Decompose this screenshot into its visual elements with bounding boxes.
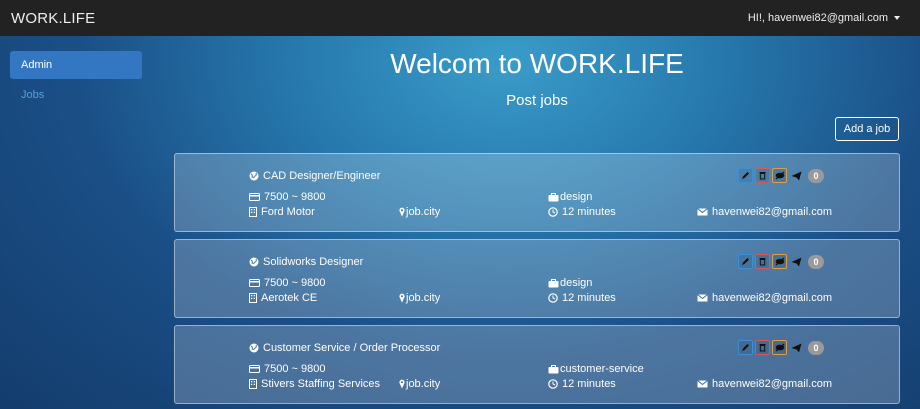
- page-subtitle: Post jobs: [506, 92, 568, 109]
- job-title-text[interactable]: Solidworks Designer: [263, 256, 363, 268]
- user-greeting: HI!, havenwei82@gmail.com: [747, 12, 888, 24]
- time-text: 12 minutes: [562, 378, 616, 390]
- count-badge: 0: [808, 168, 824, 183]
- job-title: Customer Service / Order Processor: [249, 342, 440, 354]
- salary-text: 7500 ~ 9800: [264, 191, 326, 203]
- time-row: 12 minutes: [548, 206, 616, 218]
- map-marker-icon: [399, 293, 405, 303]
- job-actions: 0: [738, 168, 824, 183]
- salary-row: 7500 ~ 9800: [249, 191, 325, 203]
- briefcase-icon: [548, 364, 559, 374]
- email-row: havenwei82@gmail.com: [697, 378, 832, 390]
- salary-row: 7500 ~ 9800: [249, 363, 325, 375]
- brand-logo[interactable]: WORK.LIFE: [11, 10, 95, 27]
- job-list: CAD Designer/Engineer 0 7500 ~ 9800 Ford…: [174, 153, 900, 409]
- credit-card-icon: [249, 279, 260, 287]
- envelope-icon: [697, 294, 708, 302]
- company-text: Ford Motor: [261, 206, 315, 218]
- send-button[interactable]: [789, 340, 804, 355]
- sidebar-item-jobs[interactable]: Jobs: [10, 81, 142, 109]
- company-text: Stivers Staffing Services: [261, 378, 381, 390]
- job-actions: 0: [738, 340, 824, 355]
- company-text: Aerotek CE: [261, 292, 318, 304]
- view-button[interactable]: [772, 254, 787, 269]
- job-card[interactable]: Customer Service / Order Processor 0 750…: [174, 325, 900, 404]
- globe-icon: [249, 257, 259, 267]
- globe-icon: [249, 171, 259, 181]
- envelope-icon: [697, 208, 708, 216]
- job-title: Solidworks Designer: [249, 256, 363, 268]
- location-text: job.city: [406, 378, 441, 390]
- page-title: Welcom to WORK.LIFE: [390, 48, 684, 79]
- view-button[interactable]: [772, 168, 787, 183]
- email-text[interactable]: havenwei82@gmail.com: [712, 206, 832, 218]
- building-icon: [249, 293, 257, 303]
- job-actions: 0: [738, 254, 824, 269]
- email-text[interactable]: havenwei82@gmail.com: [712, 292, 832, 304]
- sidebar: Admin Jobs: [10, 51, 142, 109]
- company-row: Stivers Staffing Services: [249, 378, 380, 390]
- building-icon: [249, 379, 257, 389]
- job-card[interactable]: CAD Designer/Engineer 0 7500 ~ 9800 Ford…: [174, 153, 900, 232]
- company-row: Ford Motor: [249, 206, 315, 218]
- email-text[interactable]: havenwei82@gmail.com: [712, 378, 832, 390]
- email-row: havenwei82@gmail.com: [697, 206, 832, 218]
- credit-card-icon: [249, 193, 260, 201]
- user-menu[interactable]: HI!, havenwei82@gmail.com: [748, 12, 900, 24]
- company-row: Aerotek CE: [249, 292, 317, 304]
- building-icon: [249, 207, 257, 217]
- edit-button[interactable]: [738, 168, 753, 183]
- delete-button[interactable]: [755, 340, 770, 355]
- briefcase-icon: [548, 192, 559, 202]
- location-text: job.city: [406, 292, 441, 304]
- time-row: 12 minutes: [548, 292, 616, 304]
- time-text: 12 minutes: [562, 206, 616, 218]
- credit-card-icon: [249, 365, 260, 373]
- salary-text: 7500 ~ 9800: [264, 363, 326, 375]
- navbar: WORK.LIFE HI!, havenwei82@gmail.com: [0, 0, 920, 36]
- email-row: havenwei82@gmail.com: [697, 292, 832, 304]
- category-row: design: [548, 191, 592, 203]
- clock-icon: [548, 379, 558, 389]
- edit-button[interactable]: [738, 340, 753, 355]
- send-button[interactable]: [789, 254, 804, 269]
- view-button[interactable]: [772, 340, 787, 355]
- time-text: 12 minutes: [562, 292, 616, 304]
- clock-icon: [548, 207, 558, 217]
- salary-text: 7500 ~ 9800: [264, 277, 326, 289]
- category-text: design: [560, 277, 593, 289]
- time-row: 12 minutes: [548, 378, 616, 390]
- job-title-text[interactable]: CAD Designer/Engineer: [263, 170, 380, 182]
- job-card[interactable]: Solidworks Designer 0 7500 ~ 9800 Aerote…: [174, 239, 900, 318]
- clock-icon: [548, 293, 558, 303]
- map-marker-icon: [399, 379, 405, 389]
- chevron-down-icon: [894, 16, 900, 20]
- map-marker-icon: [399, 207, 405, 217]
- sidebar-item-admin[interactable]: Admin: [10, 51, 142, 79]
- location-row: job.city: [399, 378, 440, 390]
- add-job-button[interactable]: Add a job: [835, 117, 899, 141]
- edit-button[interactable]: [738, 254, 753, 269]
- send-button[interactable]: [789, 168, 804, 183]
- globe-icon: [249, 343, 259, 353]
- job-title: CAD Designer/Engineer: [249, 170, 380, 182]
- job-title-text[interactable]: Customer Service / Order Processor: [263, 342, 440, 354]
- location-row: job.city: [399, 206, 440, 218]
- delete-button[interactable]: [755, 254, 770, 269]
- location-text: job.city: [406, 206, 441, 218]
- category-text: design: [560, 191, 593, 203]
- location-row: job.city: [399, 292, 440, 304]
- briefcase-icon: [548, 278, 559, 288]
- count-badge: 0: [808, 254, 824, 269]
- category-row: design: [548, 277, 592, 289]
- count-badge: 0: [808, 340, 824, 355]
- salary-row: 7500 ~ 9800: [249, 277, 325, 289]
- category-row: customer-service: [548, 363, 644, 375]
- category-text: customer-service: [560, 363, 644, 375]
- delete-button[interactable]: [755, 168, 770, 183]
- envelope-icon: [697, 380, 708, 388]
